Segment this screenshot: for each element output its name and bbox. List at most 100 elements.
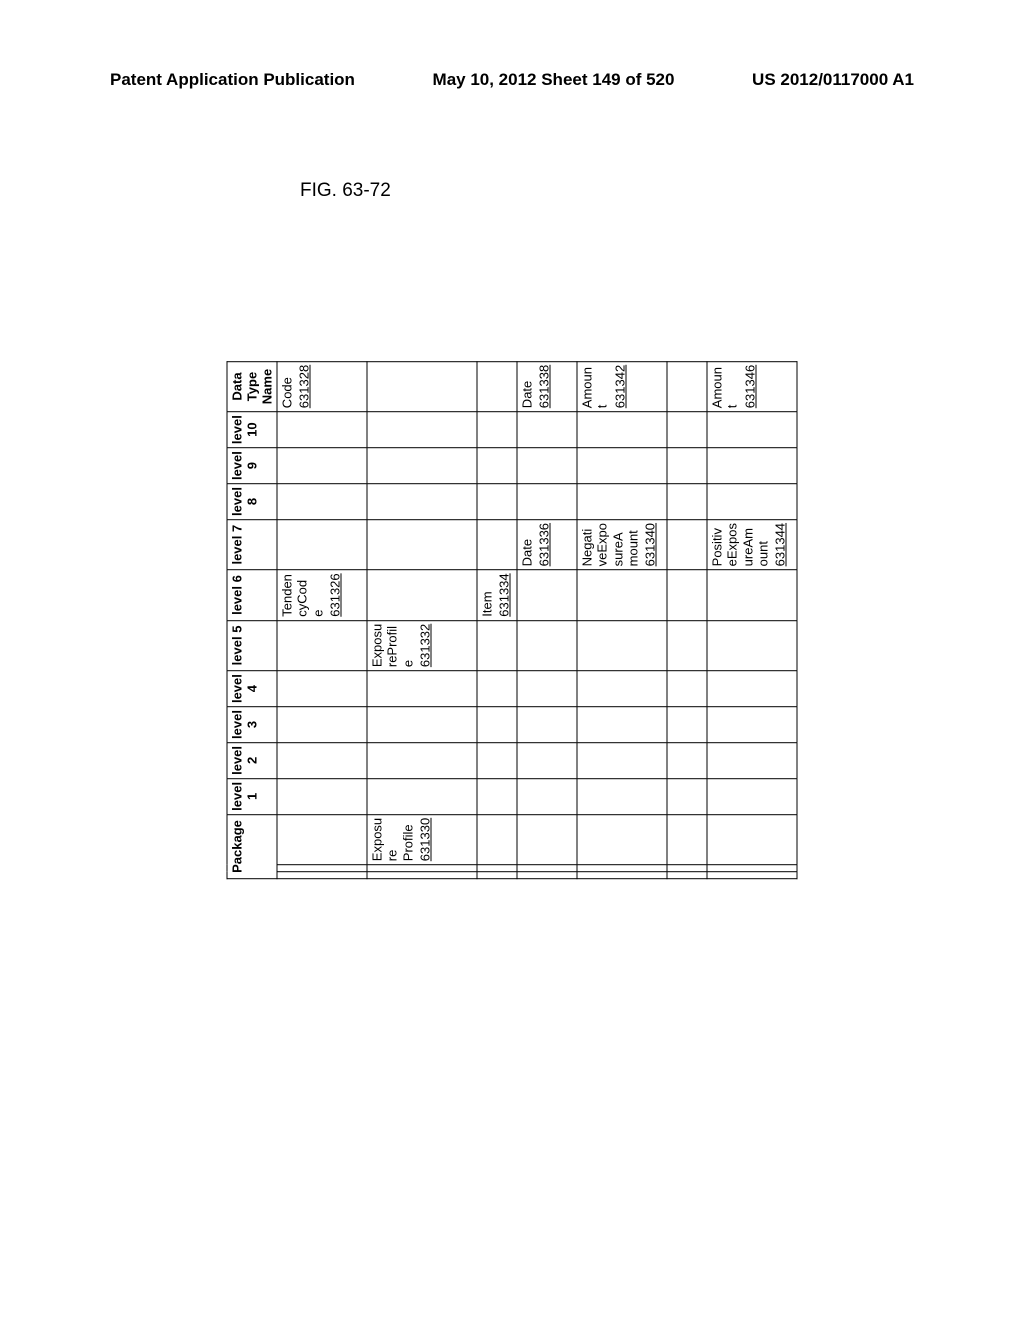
cell <box>517 872 577 879</box>
cell-datatype-date: Date 631338 <box>517 361 577 411</box>
table-body: TendencyCode 631326 Code 631328 <box>277 361 797 878</box>
cell <box>667 361 707 411</box>
cell-name: Date <box>520 539 535 566</box>
cell <box>477 620 517 670</box>
cell <box>367 742 477 778</box>
cell <box>367 412 477 448</box>
cell <box>367 570 477 620</box>
cell <box>667 412 707 448</box>
col-level-9: level 9 <box>227 448 277 484</box>
cell <box>277 412 367 448</box>
cell <box>477 872 517 879</box>
cell <box>367 778 477 814</box>
cell <box>517 448 577 484</box>
cell <box>517 570 577 620</box>
cell-name: Item <box>480 591 495 616</box>
header-row: Package level 1 level 2 level 3 level 4 … <box>227 361 277 878</box>
cell <box>577 778 667 814</box>
col-package: Package <box>227 814 277 878</box>
cell <box>667 778 707 814</box>
page: Patent Application Publication May 10, 2… <box>0 0 1024 1320</box>
col-level-5: level 5 <box>227 620 277 670</box>
cell <box>667 742 707 778</box>
cell-ref: 631336 <box>537 523 552 566</box>
table-row: NegativeExposureAmount 631340 Amount 631… <box>577 361 667 878</box>
cell <box>277 707 367 743</box>
cell <box>477 707 517 743</box>
cell-name: PositiveExposureAmount <box>710 523 771 566</box>
cell-datatype-amount: Amount 631342 <box>577 361 667 411</box>
cell <box>277 448 367 484</box>
cell-ref: 631344 <box>773 523 788 566</box>
header-mid: May 10, 2012 Sheet 149 of 520 <box>433 70 675 90</box>
cell-name: TendencyCode <box>280 574 326 617</box>
col-data-type-name: Data Type Name <box>227 361 277 411</box>
cell <box>667 872 707 879</box>
table-row: Exposure Profile 631330 ExposureProfile … <box>367 361 477 878</box>
cell <box>707 448 797 484</box>
cell <box>277 814 367 864</box>
cell-ref: 631332 <box>417 624 432 667</box>
cell <box>707 570 797 620</box>
cell-ref: 631326 <box>327 573 342 616</box>
figure-label: FIG. 63-72 <box>300 180 391 202</box>
cell <box>577 671 667 707</box>
cell <box>707 412 797 448</box>
header-left: Patent Application Publication <box>110 70 355 90</box>
cell <box>517 742 577 778</box>
cell <box>277 872 367 879</box>
header-right: US 2012/0117000 A1 <box>752 70 914 90</box>
cell <box>667 448 707 484</box>
cell-exposure-profile: ExposureProfile 631332 <box>367 620 477 670</box>
table-row: Item 631334 <box>477 361 517 878</box>
cell <box>577 872 667 879</box>
col-level-6: level 6 <box>227 570 277 620</box>
cell <box>277 519 367 569</box>
col-level-1: level 1 <box>227 778 277 814</box>
col-level-7: level 7 <box>227 519 277 569</box>
cell <box>367 484 477 520</box>
cell <box>707 872 797 879</box>
cell <box>277 484 367 520</box>
page-header: Patent Application Publication May 10, 2… <box>110 70 914 90</box>
cell <box>577 448 667 484</box>
cell <box>277 671 367 707</box>
cell-date: Date 631336 <box>517 519 577 569</box>
cell-ref: 631346 <box>742 365 757 408</box>
cell <box>477 865 517 872</box>
cell <box>477 448 517 484</box>
cell <box>667 620 707 670</box>
cell <box>577 707 667 743</box>
cell <box>367 872 477 879</box>
cell <box>517 707 577 743</box>
cell <box>277 620 367 670</box>
cell-item: Item 631334 <box>477 570 517 620</box>
cell <box>277 778 367 814</box>
table-row: PositiveExposureAmount 631344 Amount 631… <box>707 361 797 878</box>
cell <box>517 814 577 864</box>
cell <box>577 620 667 670</box>
cell-name: Code <box>280 377 295 408</box>
cell <box>477 742 517 778</box>
cell <box>707 742 797 778</box>
cell-ref: 631334 <box>497 573 512 616</box>
cell <box>517 865 577 872</box>
cell <box>477 814 517 864</box>
cell-datatype-amount-2: Amount 631346 <box>707 361 797 411</box>
cell-name: Date <box>520 381 535 408</box>
cell <box>477 484 517 520</box>
table-row <box>667 361 707 878</box>
data-table: Package level 1 level 2 level 3 level 4 … <box>227 361 798 879</box>
col-level-2: level 2 <box>227 742 277 778</box>
cell-neg-exposure-amount: NegativeExposureAmount 631340 <box>577 519 667 569</box>
cell-package-exposure-profile: Exposure Profile 631330 <box>367 814 477 864</box>
cell-ref: 631328 <box>297 365 312 408</box>
cell <box>667 671 707 707</box>
col-level-10: level 10 <box>227 412 277 448</box>
cell <box>477 671 517 707</box>
cell-name: NegativeExposureAmount <box>580 523 641 566</box>
cell <box>367 448 477 484</box>
col-level-8: level 8 <box>227 484 277 520</box>
cell <box>707 671 797 707</box>
col-level-4: level 4 <box>227 671 277 707</box>
